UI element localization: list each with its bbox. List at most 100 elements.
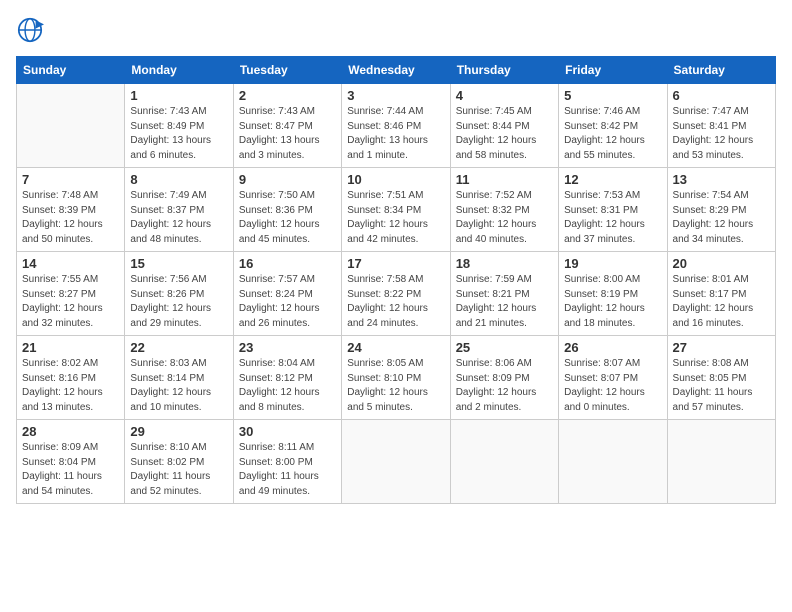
day-number: 14 (22, 256, 119, 271)
day-info: Sunrise: 7:56 AMSunset: 8:26 PMDaylight:… (130, 273, 227, 331)
day-number: 10 (347, 172, 444, 187)
page-header (16, 16, 776, 44)
weekday-header-thursday: Thursday (450, 57, 558, 84)
calendar-cell: 27Sunrise: 8:08 AMSunset: 8:05 PMDayligh… (667, 336, 775, 420)
day-info: Sunrise: 7:47 AMSunset: 8:41 PMDaylight:… (673, 105, 770, 163)
calendar-cell: 3 Sunrise: 7:44 AMSunset: 8:46 PMDaylight… (342, 84, 450, 168)
calendar-cell: 5Sunrise: 7:46 AMSunset: 8:42 PMDaylight… (559, 84, 667, 168)
calendar-cell: 18Sunrise: 7:59 AMSunset: 8:21 PMDayligh… (450, 252, 558, 336)
day-info: Sunrise: 8:06 AMSunset: 8:09 PMDaylight:… (456, 357, 553, 415)
day-number: 13 (673, 172, 770, 187)
calendar-cell: 22 Sunrise: 8:03 AMSunset: 8:14 PMDayligh… (125, 336, 233, 420)
day-number: 19 (564, 256, 661, 271)
day-number: 29 (130, 424, 227, 439)
calendar-cell: 8 Sunrise: 7:49 AMSunset: 8:37 PMDaylight… (125, 168, 233, 252)
calendar-cell: 30Sunrise: 8:11 AMSunset: 8:00 PMDayligh… (233, 420, 341, 504)
day-info: Sunrise: 8:09 AMSunset: 8:04 PMDaylight:… (22, 441, 119, 499)
day-info: Sunrise: 8:03 AMSunset: 8:14 PMDaylight:… (130, 357, 227, 415)
day-info: Sunrise: 7:57 AMSunset: 8:24 PMDaylight:… (239, 273, 336, 331)
day-number: 23 (239, 340, 336, 355)
week-row-4: 21Sunrise: 8:02 AMSunset: 8:16 PMDayligh… (17, 336, 776, 420)
day-number: 11 (456, 172, 553, 187)
day-number: 12 (564, 172, 661, 187)
week-row-2: 7 Sunrise: 7:48 AMSunset: 8:39 PMDaylight… (17, 168, 776, 252)
day-info: Sunrise: 8:10 AMSunset: 8:02 PMDaylight:… (130, 441, 227, 499)
day-number: 27 (673, 340, 770, 355)
day-number: 16 (239, 256, 336, 271)
day-number: 3 (347, 88, 444, 103)
calendar-body: 1Sunrise: 7:43 AMSunset: 8:49 PMDaylight… (17, 84, 776, 504)
day-info: Sunrise: 7:58 AMSunset: 8:22 PMDaylight:… (347, 273, 444, 331)
day-info: Sunrise: 7:43 AMSunset: 8:49 PMDaylight:… (130, 105, 227, 163)
day-number: 22 (130, 340, 227, 355)
calendar-cell: 1Sunrise: 7:43 AMSunset: 8:49 PMDaylight… (125, 84, 233, 168)
calendar-cell: 21Sunrise: 8:02 AMSunset: 8:16 PMDayligh… (17, 336, 125, 420)
day-number: 25 (456, 340, 553, 355)
calendar-cell: 25 Sunrise: 8:06 AMSunset: 8:09 PMDayligh… (450, 336, 558, 420)
calendar-cell (342, 420, 450, 504)
calendar-cell: 26 Sunrise: 8:07 AMSunset: 8:07 PMDayligh… (559, 336, 667, 420)
day-info: Sunrise: 7:55 AMSunset: 8:27 PMDaylight:… (22, 273, 119, 331)
calendar-cell: 11 Sunrise: 7:52 AMSunset: 8:32 PMDayligh… (450, 168, 558, 252)
day-number: 21 (22, 340, 119, 355)
week-row-1: 1Sunrise: 7:43 AMSunset: 8:49 PMDaylight… (17, 84, 776, 168)
logo (16, 16, 48, 44)
calendar-cell: 19 Sunrise: 8:00 AMSunset: 8:19 PMDayligh… (559, 252, 667, 336)
weekday-row: SundayMondayTuesdayWednesdayThursdayFrid… (17, 57, 776, 84)
day-number: 2 (239, 88, 336, 103)
calendar-header: SundayMondayTuesdayWednesdayThursdayFrid… (17, 57, 776, 84)
calendar-cell: 9Sunrise: 7:50 AMSunset: 8:36 PMDaylight… (233, 168, 341, 252)
day-number: 6 (673, 88, 770, 103)
day-info: Sunrise: 8:07 AMSunset: 8:07 PMDaylight:… (564, 357, 661, 415)
day-info: Sunrise: 8:04 AMSunset: 8:12 PMDaylight:… (239, 357, 336, 415)
calendar-cell: 6 Sunrise: 7:47 AMSunset: 8:41 PMDaylight… (667, 84, 775, 168)
day-info: Sunrise: 7:50 AMSunset: 8:36 PMDaylight:… (239, 189, 336, 247)
calendar-cell (450, 420, 558, 504)
calendar-cell: 29 Sunrise: 8:10 AMSunset: 8:02 PMDayligh… (125, 420, 233, 504)
day-info: Sunrise: 7:52 AMSunset: 8:32 PMDaylight:… (456, 189, 553, 247)
calendar-cell (667, 420, 775, 504)
day-number: 15 (130, 256, 227, 271)
day-info: Sunrise: 7:49 AMSunset: 8:37 PMDaylight:… (130, 189, 227, 247)
weekday-header-saturday: Saturday (667, 57, 775, 84)
day-number: 26 (564, 340, 661, 355)
day-info: Sunrise: 8:00 AMSunset: 8:19 PMDaylight:… (564, 273, 661, 331)
calendar-cell: 10 Sunrise: 7:51 AMSunset: 8:34 PMDayligh… (342, 168, 450, 252)
day-info: Sunrise: 8:05 AMSunset: 8:10 PMDaylight:… (347, 357, 444, 415)
logo-icon (16, 16, 44, 44)
calendar-cell: 4 Sunrise: 7:45 AMSunset: 8:44 PMDaylight… (450, 84, 558, 168)
weekday-header-friday: Friday (559, 57, 667, 84)
day-number: 7 (22, 172, 119, 187)
day-number: 17 (347, 256, 444, 271)
calendar-cell: 7 Sunrise: 7:48 AMSunset: 8:39 PMDaylight… (17, 168, 125, 252)
day-info: Sunrise: 7:54 AMSunset: 8:29 PMDaylight:… (673, 189, 770, 247)
day-info: Sunrise: 8:01 AMSunset: 8:17 PMDaylight:… (673, 273, 770, 331)
day-number: 4 (456, 88, 553, 103)
day-info: Sunrise: 7:48 AMSunset: 8:39 PMDaylight:… (22, 189, 119, 247)
weekday-header-monday: Monday (125, 57, 233, 84)
day-info: Sunrise: 7:43 AMSunset: 8:47 PMDaylight:… (239, 105, 336, 163)
weekday-header-sunday: Sunday (17, 57, 125, 84)
day-number: 30 (239, 424, 336, 439)
calendar-cell: 23 Sunrise: 8:04 AMSunset: 8:12 PMDayligh… (233, 336, 341, 420)
day-number: 24 (347, 340, 444, 355)
calendar-cell: 13 Sunrise: 7:54 AMSunset: 8:29 PMDayligh… (667, 168, 775, 252)
calendar-cell: 20 Sunrise: 8:01 AMSunset: 8:17 PMDayligh… (667, 252, 775, 336)
day-info: Sunrise: 7:45 AMSunset: 8:44 PMDaylight:… (456, 105, 553, 163)
weekday-header-tuesday: Tuesday (233, 57, 341, 84)
calendar-cell: 2 Sunrise: 7:43 AMSunset: 8:47 PMDaylight… (233, 84, 341, 168)
day-number: 5 (564, 88, 661, 103)
day-number: 20 (673, 256, 770, 271)
calendar-cell: 15 Sunrise: 7:56 AMSunset: 8:26 PMDayligh… (125, 252, 233, 336)
calendar-cell: 24 Sunrise: 8:05 AMSunset: 8:10 PMDayligh… (342, 336, 450, 420)
calendar-cell: 12 Sunrise: 7:53 AMSunset: 8:31 PMDayligh… (559, 168, 667, 252)
day-info: Sunrise: 7:51 AMSunset: 8:34 PMDaylight:… (347, 189, 444, 247)
calendar-table: SundayMondayTuesdayWednesdayThursdayFrid… (16, 56, 776, 504)
calendar-cell (17, 84, 125, 168)
calendar-cell: 17 Sunrise: 7:58 AMSunset: 8:22 PMDayligh… (342, 252, 450, 336)
day-number: 8 (130, 172, 227, 187)
calendar-cell: 14 Sunrise: 7:55 AMSunset: 8:27 PMDayligh… (17, 252, 125, 336)
calendar-cell: 16 Sunrise: 7:57 AMSunset: 8:24 PMDayligh… (233, 252, 341, 336)
day-info: Sunrise: 7:44 AMSunset: 8:46 PMDaylight:… (347, 105, 444, 163)
day-info: Sunrise: 7:53 AMSunset: 8:31 PMDaylight:… (564, 189, 661, 247)
